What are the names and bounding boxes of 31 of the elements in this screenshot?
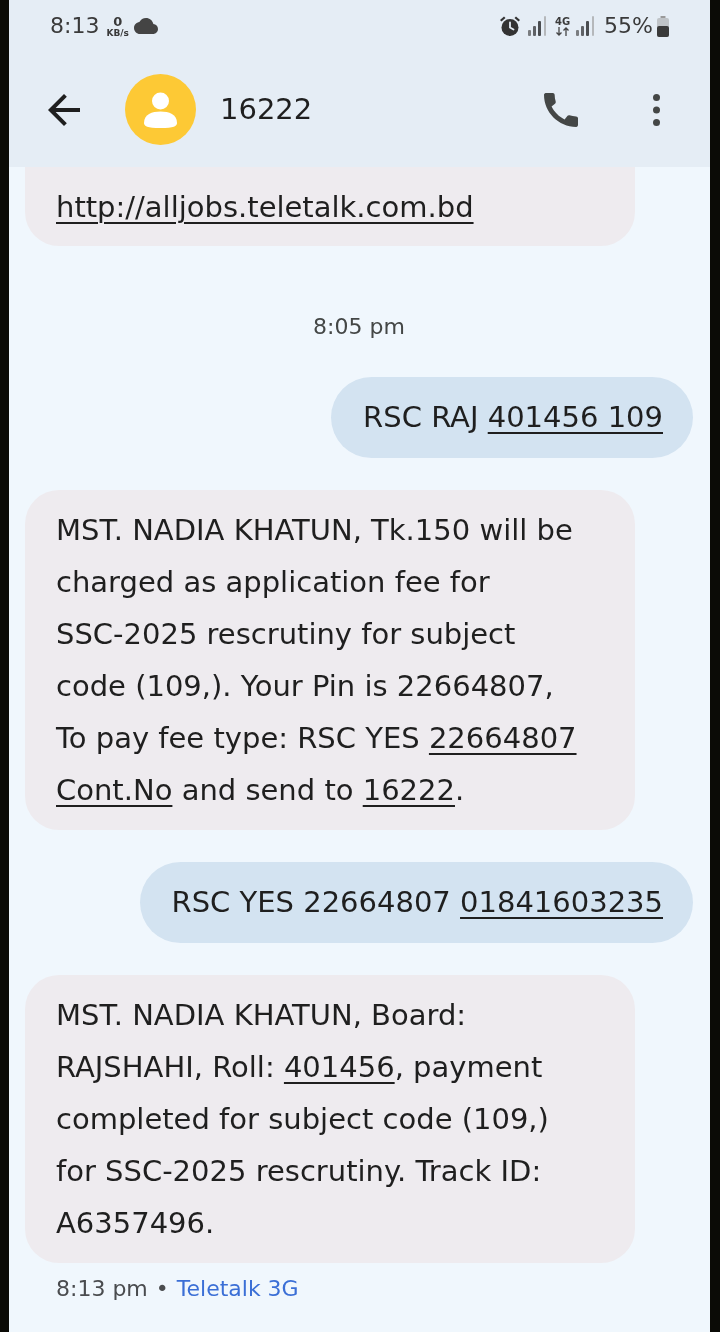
battery-percent: 55%: [604, 15, 653, 37]
message-link[interactable]: 401456 109: [487, 400, 663, 434]
back-icon[interactable]: [48, 93, 80, 126]
timestamp: 8:05 pm: [313, 313, 405, 341]
message-link[interactable]: 16222: [362, 773, 455, 807]
battery-icon: [657, 15, 669, 37]
message-link[interactable]: Cont.No: [56, 773, 173, 807]
data-arrows-icon: [556, 26, 569, 36]
message-link[interactable]: 401456: [283, 1050, 395, 1084]
more-options-icon[interactable]: [653, 93, 660, 126]
network-type: 4G: [554, 16, 571, 27]
alarm-icon: [498, 15, 521, 37]
signal-icon: [576, 16, 596, 36]
separator: •: [155, 1275, 169, 1303]
contact-name: 16222: [220, 90, 313, 128]
data-speed-value: 0: [113, 14, 123, 28]
phone-icon[interactable]: [544, 92, 578, 127]
carrier-label: Teletalk 3G: [176, 1275, 299, 1303]
message-text: MST. NADIA KHATUN, Board: RAJSHAHI, Roll: 401456, payment completed for subject code (109,) for SSC-2025 rescrutiny. Track ID: A6357496.: [56, 997, 550, 1242]
message-text: RSC YES 22664807 01841603235: [171, 884, 663, 921]
message-link[interactable]: 01841603235: [460, 885, 663, 919]
avatar-icon: [125, 74, 196, 145]
message-time: 8:13 pm: [56, 1275, 148, 1303]
message-link[interactable]: http://alljobs.teletalk.com.bd: [56, 190, 474, 224]
signal-icon: [527, 16, 547, 36]
message-text: MST. NADIA KHATUN, Tk.150 will be charged as application fee for SSC-2025 rescrutiny for subject code (109,). Your Pin is 22664807, To pay fee type: RSC YES 22664807 Cont.No and send to 16222.: [56, 512, 578, 809]
status-time: 8:13: [50, 15, 100, 37]
data-speed-unit: KB/s: [106, 27, 129, 38]
cloud-icon: [133, 18, 158, 34]
message-link[interactable]: 22664807: [428, 721, 577, 755]
message-text: RSC RAJ 401456 109: [363, 399, 663, 436]
